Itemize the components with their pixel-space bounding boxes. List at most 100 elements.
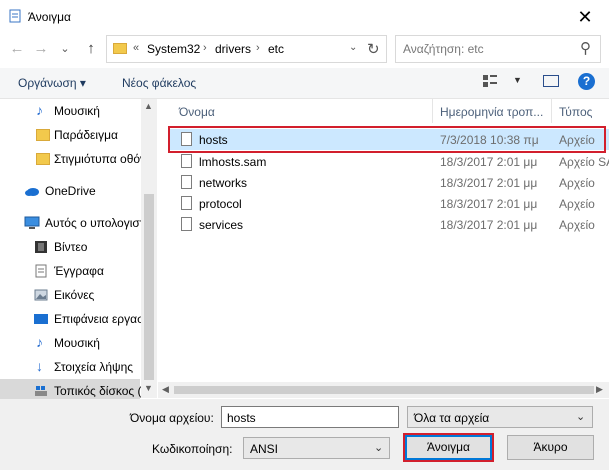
file-type-select[interactable]: Όλα τα αρχεία ⌄ bbox=[407, 406, 593, 428]
recent-locations-icon[interactable]: ⌄ bbox=[56, 40, 74, 58]
title-bar: Άνοιγμα ✕ bbox=[0, 0, 609, 34]
sidebar-item-desktop[interactable]: Επιφάνεια εργασίας bbox=[0, 307, 157, 331]
highlight-box-hosts bbox=[168, 126, 606, 153]
filename-label: Όνομα αρχείου: bbox=[130, 411, 214, 425]
file-name: networks bbox=[199, 176, 248, 190]
file-type-value: Όλα τα αρχεία bbox=[414, 411, 490, 425]
sidebar-item-this-pc[interactable]: Αυτός ο υπολογιστής bbox=[0, 211, 157, 235]
file-icon bbox=[181, 217, 192, 231]
column-header-type[interactable]: Τύπος bbox=[559, 105, 592, 119]
sidebar-item-music[interactable]: ♪ Μουσική bbox=[0, 99, 140, 123]
file-type: Αρχείο bbox=[559, 176, 595, 190]
file-row-protocol[interactable]: protocol 18/3/2017 2:01 μμ Αρχείο bbox=[170, 193, 609, 214]
search-placeholder: Αναζήτηση: etc bbox=[403, 42, 484, 56]
search-icon[interactable]: ⚲ bbox=[580, 39, 591, 57]
music-icon: ♪ bbox=[36, 102, 43, 118]
scrollbar-thumb[interactable] bbox=[144, 194, 154, 380]
scroll-up-icon[interactable]: ▲ bbox=[144, 101, 153, 111]
scroll-right-icon[interactable]: ▶ bbox=[596, 384, 603, 395]
sidebar-scrollbar[interactable]: ▲ ▼ bbox=[141, 99, 157, 398]
breadcrumb-separator[interactable]: › bbox=[203, 42, 207, 54]
folder-icon bbox=[36, 129, 50, 141]
view-options-icon[interactable] bbox=[483, 75, 497, 87]
pictures-icon bbox=[34, 289, 48, 301]
column-header-name[interactable]: Όνομα bbox=[179, 105, 215, 119]
sidebar-item-pictures[interactable]: Εικόνες bbox=[0, 283, 140, 307]
new-folder-button[interactable]: Νέος φάκελος bbox=[122, 76, 196, 90]
file-date: 18/3/2017 2:01 μμ bbox=[440, 218, 538, 232]
file-icon bbox=[181, 175, 192, 189]
horizontal-scrollbar[interactable]: ◀ ▶ bbox=[158, 382, 609, 398]
chevron-down-icon[interactable]: ⌄ bbox=[374, 441, 383, 454]
downloads-icon: ↓ bbox=[36, 358, 43, 374]
file-date: 18/3/2017 2:01 μμ bbox=[440, 176, 538, 190]
sidebar-item-label: Εικόνες bbox=[54, 288, 95, 302]
window-title: Άνοιγμα bbox=[28, 10, 71, 24]
sidebar-item-label: Παράδειγμα bbox=[54, 128, 118, 142]
sidebar-item-screenshots[interactable]: Στιγμιότυπα οθόνης bbox=[0, 147, 157, 171]
sidebar-item-music-pc[interactable]: ♪ Μουσική bbox=[0, 331, 140, 355]
search-input[interactable]: Αναζήτηση: etc ⚲ bbox=[395, 35, 601, 63]
file-row-lmhosts[interactable]: lmhosts.sam 18/3/2017 2:01 μμ Αρχείο SAM bbox=[170, 151, 609, 172]
notepad-app-icon bbox=[9, 9, 21, 23]
file-name: protocol bbox=[199, 197, 242, 211]
file-row-networks[interactable]: networks 18/3/2017 2:01 μμ Αρχείο bbox=[170, 172, 609, 193]
sidebar-item-onedrive[interactable]: OneDrive bbox=[0, 179, 140, 203]
encoding-value: ANSI bbox=[250, 442, 279, 456]
sidebar-item-local-disk[interactable]: Τοπικός δίσκος (C:) bbox=[0, 379, 157, 399]
file-list-header: Όνομα Ημερομηνία τροπ... Τύπος bbox=[170, 99, 609, 123]
column-header-date[interactable]: Ημερομηνία τροπ... bbox=[440, 105, 543, 119]
breadcrumb-etc[interactable]: etc bbox=[268, 42, 284, 56]
forward-button[interactable]: → bbox=[32, 40, 50, 58]
refresh-icon[interactable]: ↻ bbox=[367, 40, 380, 58]
cancel-button[interactable]: Άκυρο bbox=[507, 435, 594, 460]
desktop-icon bbox=[34, 314, 48, 324]
video-icon bbox=[35, 241, 47, 253]
file-date: 18/3/2017 2:01 μμ bbox=[440, 155, 538, 169]
back-button[interactable]: ← bbox=[8, 40, 26, 58]
music-icon: ♪ bbox=[36, 334, 43, 350]
computer-icon bbox=[24, 216, 40, 229]
chevron-down-icon[interactable]: ⌄ bbox=[576, 410, 585, 423]
sidebar-item-label: Μουσική bbox=[54, 104, 100, 118]
file-row-services[interactable]: services 18/3/2017 2:01 μμ Αρχείο bbox=[170, 214, 609, 235]
scroll-down-icon[interactable]: ▼ bbox=[144, 383, 153, 393]
preview-pane-icon[interactable] bbox=[543, 75, 559, 87]
breadcrumb-overflow[interactable]: « bbox=[133, 42, 139, 54]
sidebar-item-documents[interactable]: Έγγραφα bbox=[0, 259, 140, 283]
documents-icon bbox=[35, 264, 47, 278]
filename-input[interactable]: hosts bbox=[221, 406, 399, 428]
file-type: Αρχείο bbox=[559, 218, 595, 232]
sidebar-item-label: Έγγραφα bbox=[54, 264, 104, 278]
encoding-label: Κωδικοποίηση: bbox=[152, 442, 233, 456]
sidebar-item-label: Βίντεο bbox=[54, 240, 88, 254]
toolbar: Οργάνωση ▾ Νέος φάκελος ▼ ? bbox=[0, 68, 609, 99]
sidebar-item-videos[interactable]: Βίντεο bbox=[0, 235, 140, 259]
file-name: services bbox=[199, 218, 244, 232]
navigation-pane: ♪ Μουσική Παράδειγμα Στιγμιότυπα οθόνης … bbox=[0, 99, 157, 399]
up-folder-button[interactable]: ↑ bbox=[82, 40, 100, 58]
breadcrumb-separator[interactable]: › bbox=[256, 42, 260, 54]
cloud-icon bbox=[25, 188, 39, 196]
folder-icon bbox=[113, 43, 127, 54]
folder-icon bbox=[36, 153, 50, 165]
column-divider[interactable] bbox=[551, 99, 552, 123]
address-dropdown-icon[interactable]: ⌄ bbox=[349, 42, 357, 53]
encoding-select[interactable]: ANSI ⌄ bbox=[243, 437, 390, 459]
breadcrumb-system32[interactable]: System32 bbox=[147, 42, 200, 56]
scrollbar-thumb[interactable] bbox=[174, 386, 594, 394]
column-divider[interactable] bbox=[432, 99, 433, 123]
sidebar-item-label: OneDrive bbox=[45, 184, 96, 198]
address-bar[interactable]: « System32 › drivers › etc ⌄ ↻ bbox=[106, 35, 387, 63]
sidebar-item-label: Μουσική bbox=[54, 336, 100, 350]
file-type: Αρχείο SAM bbox=[559, 155, 609, 169]
sidebar-item-downloads[interactable]: ↓ Στοιχεία λήψης bbox=[0, 355, 140, 379]
organize-button[interactable]: Οργάνωση ▾ bbox=[18, 76, 86, 90]
file-icon bbox=[181, 196, 192, 210]
close-icon[interactable]: ✕ bbox=[574, 6, 596, 28]
sidebar-item-example[interactable]: Παράδειγμα bbox=[0, 123, 140, 147]
scroll-left-icon[interactable]: ◀ bbox=[162, 384, 169, 395]
breadcrumb-drivers[interactable]: drivers bbox=[215, 42, 251, 56]
help-icon[interactable]: ? bbox=[578, 73, 595, 90]
view-dropdown-icon[interactable]: ▼ bbox=[513, 75, 522, 85]
